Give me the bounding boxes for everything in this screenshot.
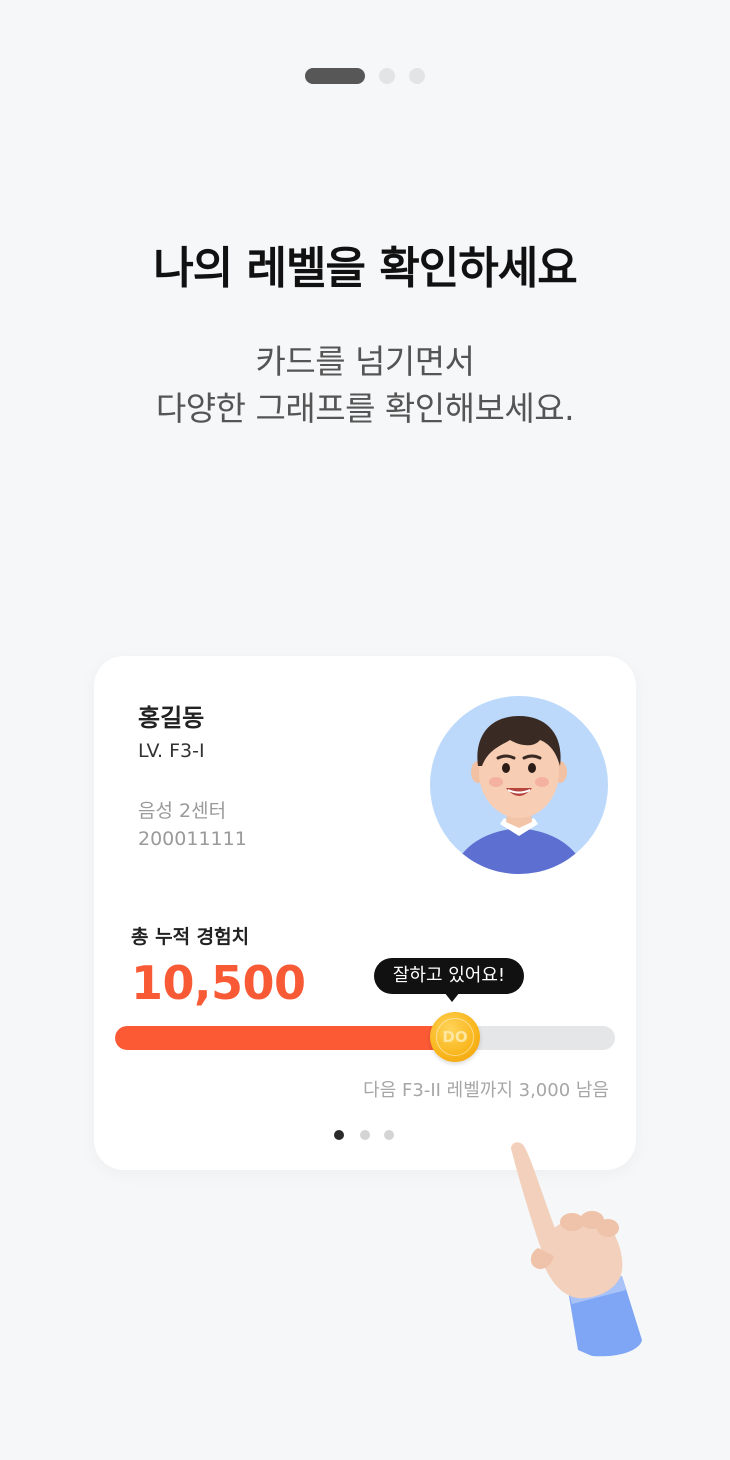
pointing-hand-icon — [511, 1142, 642, 1357]
subtitle-line-2: 다양한 그래프를 확인해보세요. — [155, 389, 575, 428]
employee-number: 200011111 — [138, 828, 247, 850]
card-pagination-dot[interactable] — [384, 1130, 394, 1140]
level-card[interactable]: 홍길동 LV. F3-I 음성 2센터 200011111 총 누적 경험치 1… — [94, 656, 636, 1170]
onboarding-indicator-dot — [379, 68, 395, 84]
onboarding-screen: 나의 레벨을 확인하세요 카드를 넘기면서 다양한 그래프를 확인해보세요. 홍… — [0, 0, 730, 1460]
subtitle-line-1: 카드를 넘기면서 — [255, 342, 475, 381]
remaining-exp-text: 다음 F3-II 레벨까지 3,000 남음 — [363, 1080, 609, 1101]
user-center: 음성 2센터 — [138, 800, 227, 822]
page-subtitle: 카드를 넘기면서 다양한 그래프를 확인해보세요. — [0, 338, 730, 432]
exp-progress-fill — [115, 1026, 455, 1050]
avatar-illustration — [452, 716, 586, 874]
card-pagination-dot[interactable] — [360, 1130, 370, 1140]
user-level: LV. F3-I — [138, 740, 205, 762]
exp-progress-bar — [115, 1026, 615, 1050]
coin-icon: DO — [430, 1012, 480, 1062]
card-pagination-dot-active[interactable] — [334, 1130, 344, 1140]
coin-label: DO — [436, 1018, 474, 1056]
tooltip-tail — [444, 992, 460, 1002]
page-title: 나의 레벨을 확인하세요 — [153, 243, 577, 294]
exp-value: 10,500 — [131, 956, 306, 1010]
exp-label: 총 누적 경험치 — [131, 926, 250, 948]
progress-tooltip: 잘하고 있어요! — [374, 958, 524, 994]
onboarding-indicator-dot — [409, 68, 425, 84]
onboarding-indicator-active — [305, 68, 365, 84]
avatar — [430, 696, 608, 874]
user-name: 홍길동 — [138, 704, 205, 732]
